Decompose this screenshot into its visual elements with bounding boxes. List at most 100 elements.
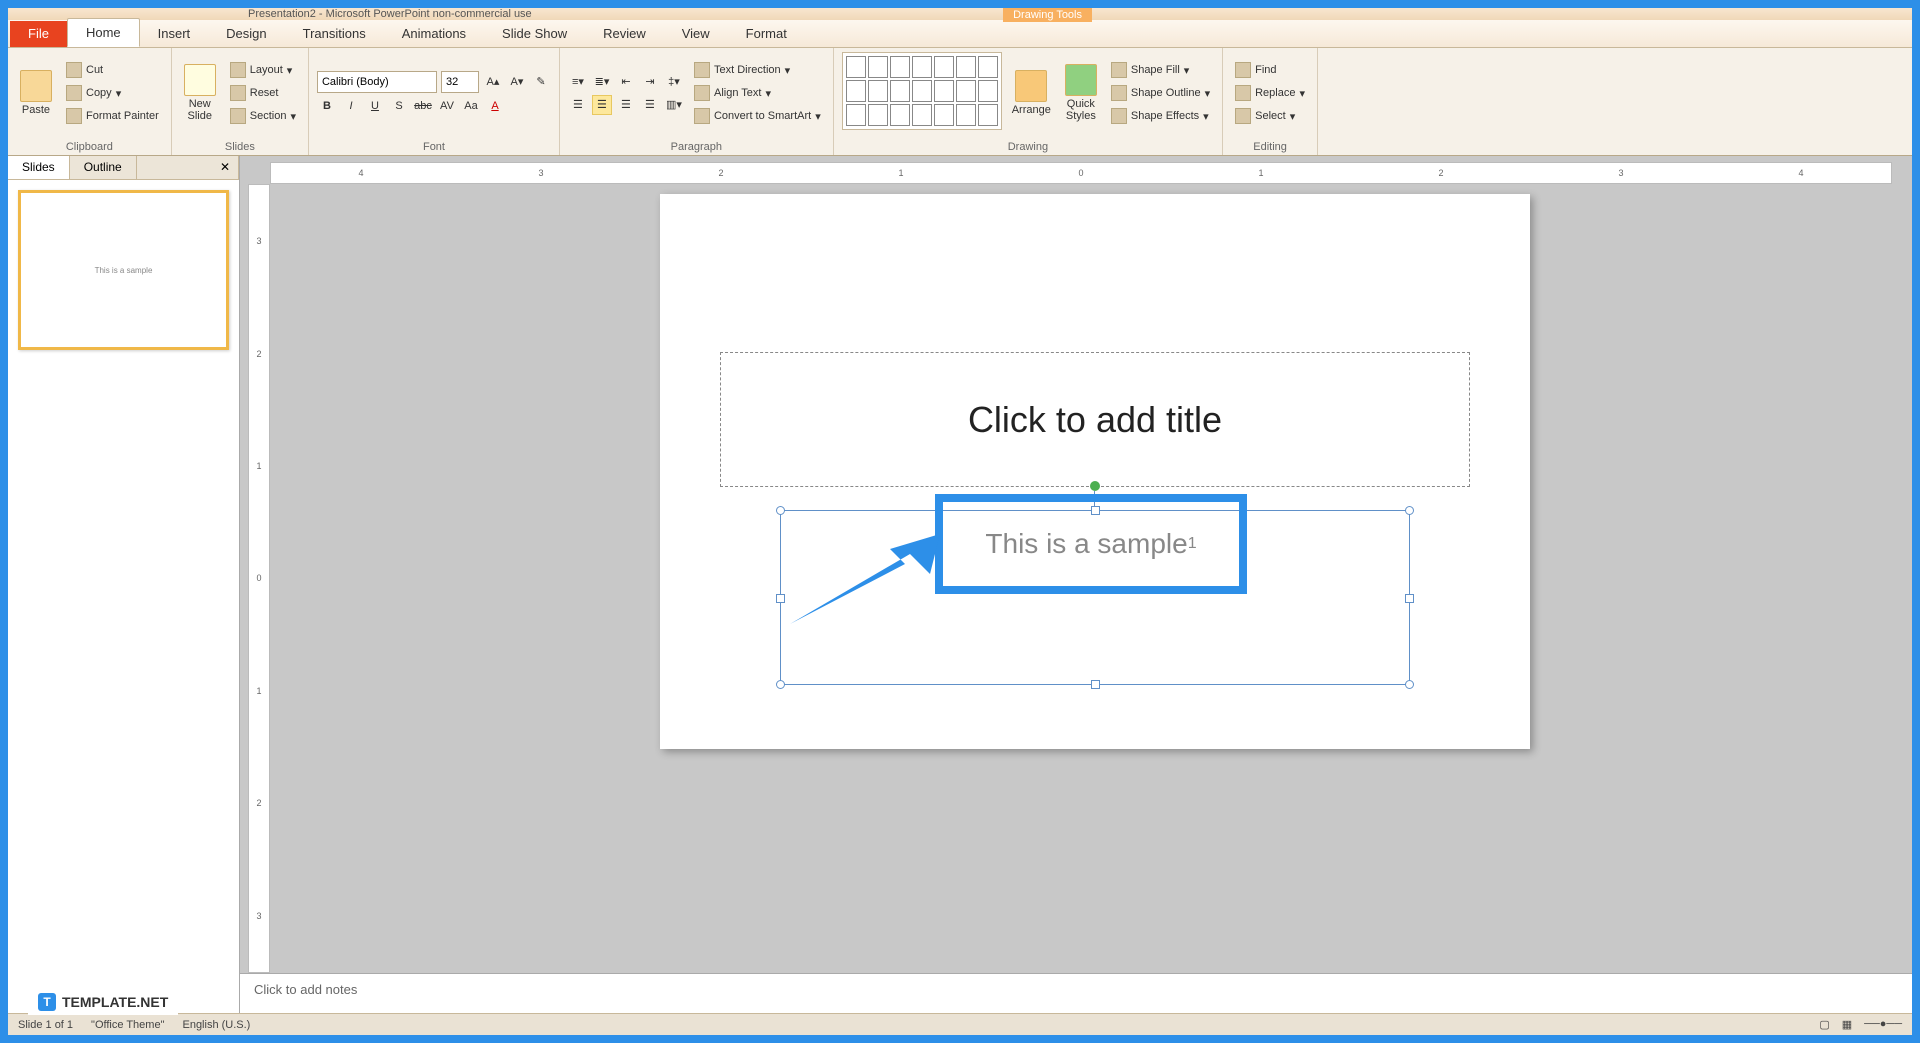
grow-font-button[interactable]: A▴ [483, 72, 503, 92]
content-text: This is a sample [985, 528, 1187, 560]
watermark-icon: T [38, 993, 56, 1011]
resize-handle-tl[interactable] [776, 506, 785, 515]
tab-view[interactable]: View [664, 20, 728, 47]
line-spacing-button[interactable]: ‡▾ [664, 72, 684, 92]
group-label-editing: Editing [1231, 139, 1309, 153]
text-direction-button[interactable]: Text Direction ▾ [690, 60, 825, 80]
new-slide-icon [184, 64, 216, 96]
tab-insert[interactable]: Insert [140, 20, 209, 47]
context-tab-drawing-tools[interactable]: Drawing Tools [1003, 8, 1092, 22]
content-subscript: 1 [1188, 535, 1197, 553]
group-clipboard: Paste Cut Copy ▾ Format Painter Clipboar… [8, 48, 172, 155]
replace-button[interactable]: Replace ▾ [1231, 83, 1309, 103]
ribbon-tabs: File Home Insert Design Transitions Anim… [8, 20, 1912, 48]
shape-fill-button[interactable]: Shape Fill ▾ [1107, 60, 1214, 80]
pane-close-button[interactable]: ✕ [212, 156, 239, 179]
cut-button[interactable]: Cut [62, 60, 163, 80]
layout-button[interactable]: Layout ▾ [226, 60, 300, 80]
underline-button[interactable]: U [365, 96, 385, 116]
title-placeholder[interactable]: Click to add title [720, 352, 1470, 487]
align-text-button[interactable]: Align Text ▾ [690, 83, 825, 103]
strike-button[interactable]: abc [413, 96, 433, 116]
clear-format-button[interactable]: ✎ [531, 72, 551, 92]
align-right-button[interactable]: ☰ [616, 95, 636, 115]
columns-button[interactable]: ▥▾ [664, 95, 684, 115]
shape-gallery[interactable] [842, 52, 1002, 130]
font-family-select[interactable] [317, 71, 437, 93]
inc-indent-button[interactable]: ⇥ [640, 72, 660, 92]
title-bar: Presentation2 - Microsoft PowerPoint non… [8, 8, 1912, 20]
resize-handle-br[interactable] [1405, 680, 1414, 689]
font-size-select[interactable] [441, 71, 479, 93]
pane-tab-slides[interactable]: Slides [8, 156, 70, 179]
change-case-button[interactable]: Aa [461, 96, 481, 116]
shape-outline-button[interactable]: Shape Outline ▾ [1107, 83, 1214, 103]
font-color-button[interactable]: A [485, 96, 505, 116]
notes-placeholder: Click to add notes [254, 982, 357, 997]
resize-handle-tr[interactable] [1405, 506, 1414, 515]
paste-icon [20, 70, 52, 102]
group-label-paragraph: Paragraph [568, 139, 825, 153]
justify-button[interactable]: ☰ [640, 95, 660, 115]
copy-button[interactable]: Copy ▾ [62, 83, 163, 103]
tab-design[interactable]: Design [208, 20, 284, 47]
zoom-slider[interactable]: ──●── [1864, 1018, 1902, 1031]
shadow-button[interactable]: S [389, 96, 409, 116]
group-editing: Find Replace ▾ Select ▾ Editing [1223, 48, 1318, 155]
tab-file[interactable]: File [10, 21, 67, 47]
convert-smartart-button[interactable]: Convert to SmartArt ▾ [690, 106, 825, 126]
workspace: Slides Outline ✕ This is a sample 432101… [8, 156, 1912, 1013]
canvas-area: 432101234 3210123 Click to add title [240, 156, 1912, 1013]
quick-styles-icon [1065, 64, 1097, 96]
resize-handle-bl[interactable] [776, 680, 785, 689]
resize-handle-ml[interactable] [776, 594, 785, 603]
dec-indent-button[interactable]: ⇤ [616, 72, 636, 92]
tab-animations[interactable]: Animations [384, 20, 484, 47]
resize-handle-bm[interactable] [1091, 680, 1100, 689]
new-slide-button[interactable]: New Slide [180, 52, 220, 134]
align-center-button[interactable]: ☰ [592, 95, 612, 115]
char-spacing-button[interactable]: AV [437, 96, 457, 116]
watermark-text: TEMPLATE.NET [62, 994, 168, 1010]
reset-button[interactable]: Reset [226, 83, 300, 103]
status-slide-count: Slide 1 of 1 [18, 1019, 73, 1031]
shape-effects-button[interactable]: Shape Effects ▾ [1107, 106, 1214, 126]
section-button[interactable]: Section ▾ [226, 106, 300, 126]
select-button[interactable]: Select ▾ [1231, 106, 1309, 126]
watermark: T TEMPLATE.NET [28, 989, 178, 1015]
pane-tab-outline[interactable]: Outline [70, 156, 137, 179]
window-title: Presentation2 - Microsoft PowerPoint non… [248, 8, 532, 20]
ribbon: Paste Cut Copy ▾ Format Painter Clipboar… [8, 48, 1912, 156]
group-paragraph: ≡▾ ≣▾ ⇤ ⇥ ‡▾ ☰ ☰ ☰ ☰ ▥▾ Text Di [560, 48, 834, 155]
align-left-button[interactable]: ☰ [568, 95, 588, 115]
view-sorter-button[interactable]: ▦ [1842, 1018, 1852, 1031]
status-bar: Slide 1 of 1 "Office Theme" English (U.S… [8, 1013, 1912, 1035]
bold-button[interactable]: B [317, 96, 337, 116]
tab-transitions[interactable]: Transitions [285, 20, 384, 47]
numbering-button[interactable]: ≣▾ [592, 72, 612, 92]
slide-canvas[interactable]: Click to add title [660, 194, 1530, 749]
bullets-button[interactable]: ≡▾ [568, 72, 588, 92]
tab-format[interactable]: Format [728, 20, 805, 47]
arrange-button[interactable]: Arrange [1008, 52, 1055, 134]
tab-review[interactable]: Review [585, 20, 664, 47]
notes-pane[interactable]: Click to add notes [240, 973, 1912, 1013]
format-painter-button[interactable]: Format Painter [62, 106, 163, 126]
italic-button[interactable]: I [341, 96, 361, 116]
shrink-font-button[interactable]: A▾ [507, 72, 527, 92]
thumb-text: This is a sample [95, 266, 153, 275]
find-button[interactable]: Find [1231, 60, 1309, 80]
quick-styles-button[interactable]: Quick Styles [1061, 52, 1101, 134]
view-normal-button[interactable]: ▢ [1819, 1018, 1829, 1031]
paste-button[interactable]: Paste [16, 52, 56, 134]
group-label-slides: Slides [180, 139, 300, 153]
slide-thumbnail-1[interactable]: This is a sample [18, 190, 229, 350]
resize-handle-mr[interactable] [1405, 594, 1414, 603]
tab-home[interactable]: Home [67, 18, 140, 47]
status-language[interactable]: English (U.S.) [182, 1019, 250, 1031]
tab-slideshow[interactable]: Slide Show [484, 20, 585, 47]
status-theme: "Office Theme" [91, 1019, 164, 1031]
group-drawing: Arrange Quick Styles Shape Fill ▾ Shape … [834, 48, 1223, 155]
group-label-font: Font [317, 139, 551, 153]
rotate-handle[interactable] [1090, 481, 1100, 491]
